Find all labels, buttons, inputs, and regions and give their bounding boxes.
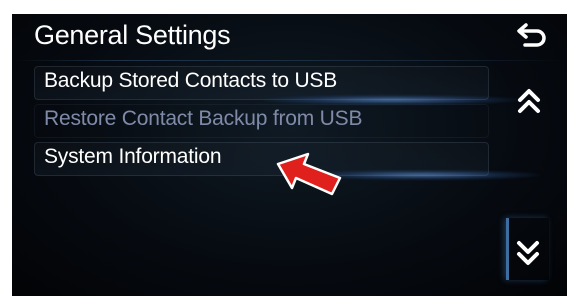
page-title: General Settings [34,20,231,50]
scroll-down-button[interactable] [506,218,549,280]
menu-item-restore-contacts: Restore Contact Backup from USB [34,104,489,138]
double-chevron-down-icon [517,241,539,265]
menu-item-label: Backup Stored Contacts to USB [44,69,338,92]
back-button[interactable] [513,20,549,56]
header-bar: General Settings [12,14,567,64]
header-divider [12,60,567,61]
red-arrow-pointer-icon [274,152,354,212]
double-chevron-up-icon [518,89,540,113]
back-return-icon [517,23,546,47]
menu-item-label: Restore Contact Backup from USB [44,107,363,130]
scroll-up-button[interactable] [509,80,549,126]
settings-screen: General Settings Backup Stored Contacts … [12,14,567,296]
menu-item-label: System Information [44,145,222,168]
